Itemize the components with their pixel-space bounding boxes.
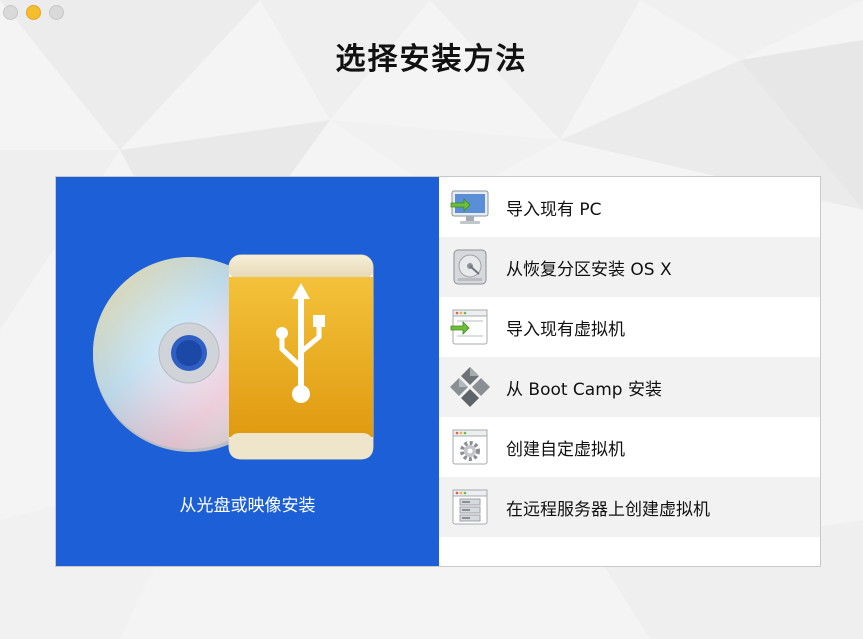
install-method-list: 导入现有 PC 从恢复分区安装 OS X 导入现有虚拟机 从 Boot Camp… — [439, 177, 820, 566]
install-method-panel: 从光盘或映像安装 导入现有 PC 从恢复分区安装 OS X 导入现有虚拟机 从 … — [55, 176, 821, 567]
window-gear-icon — [452, 429, 488, 465]
import-vm-label: 导入现有虚拟机 — [506, 319, 625, 340]
minimize-button[interactable] — [26, 5, 41, 20]
import-vm-option[interactable]: 导入现有虚拟机 — [439, 297, 820, 357]
zoom-button[interactable] — [49, 5, 64, 20]
install-from-disc-label: 从光盘或映像安装 — [179, 496, 316, 516]
import-pc-label: 导入现有 PC — [506, 199, 602, 220]
import-pc-option[interactable]: 导入现有 PC — [439, 177, 820, 237]
hard-drive-icon — [453, 249, 487, 285]
page-title: 选择安装方法 — [335, 42, 528, 77]
bootcamp-icon — [450, 367, 490, 407]
window-server-icon — [452, 489, 488, 525]
install-from-recovery-option[interactable]: 从恢复分区安装 OS X — [439, 237, 820, 297]
install-from-recovery-label: 从恢复分区安装 OS X — [506, 259, 672, 280]
create-remote-vm-label: 在远程服务器上创建虚拟机 — [506, 499, 710, 520]
monitor-import-icon — [450, 190, 489, 224]
install-from-bootcamp-option[interactable]: 从 Boot Camp 安装 — [439, 357, 820, 417]
usb-drive-icon — [228, 254, 374, 460]
install-from-disc-option[interactable]: 从光盘或映像安装 — [56, 177, 439, 566]
close-button[interactable] — [3, 5, 18, 20]
create-custom-vm-label: 创建自定虚拟机 — [506, 439, 625, 460]
window-controls — [3, 5, 64, 20]
create-custom-vm-option[interactable]: 创建自定虚拟机 — [439, 417, 820, 477]
window-import-icon — [450, 309, 488, 345]
create-remote-vm-option[interactable]: 在远程服务器上创建虚拟机 — [439, 477, 820, 537]
install-from-bootcamp-label: 从 Boot Camp 安装 — [506, 379, 662, 400]
